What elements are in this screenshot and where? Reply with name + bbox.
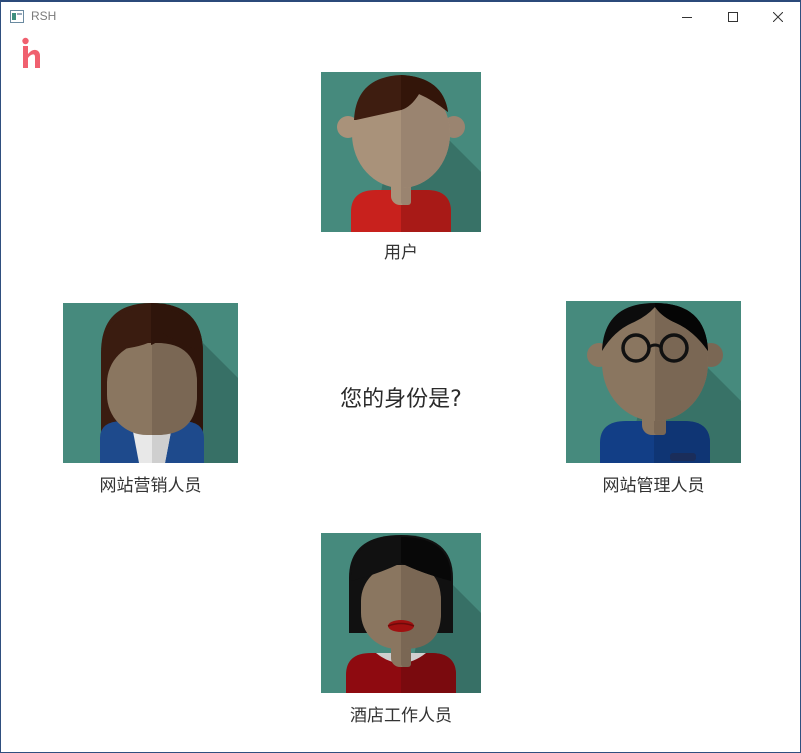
role-admin-label[interactable]: 网站管理人员 [566,471,741,496]
close-icon [773,12,783,22]
app-icon [10,10,24,23]
admin-avatar-icon [566,301,741,463]
role-hotel-avatar[interactable] [321,533,481,693]
maximize-button[interactable] [710,2,756,32]
role-marketing-label[interactable]: 网站营销人员 [63,471,238,496]
user-avatar-icon [321,72,481,232]
identity-question: 您的身份是? [340,387,462,412]
logo [20,36,44,72]
role-user-label[interactable]: 用户 [321,238,481,263]
role-user-avatar[interactable] [321,72,481,232]
role-marketing-avatar[interactable] [63,303,238,463]
minimize-button[interactable] [664,2,710,32]
marketing-avatar-icon [63,303,238,463]
close-button[interactable] [755,2,801,32]
logo-icon [22,37,40,68]
hotel-avatar-icon [321,533,481,693]
window-title: RSH [31,9,57,23]
maximize-icon [728,12,738,22]
role-hotel-label[interactable]: 酒店工作人员 [321,701,481,726]
app-window: RSH 用户 网站营销人员 您的身份是? 网站管理人员 酒店工作人员 [0,0,801,753]
minimize-icon [682,17,692,18]
title-bar: RSH [1,2,800,32]
role-admin-avatar[interactable] [566,301,741,463]
